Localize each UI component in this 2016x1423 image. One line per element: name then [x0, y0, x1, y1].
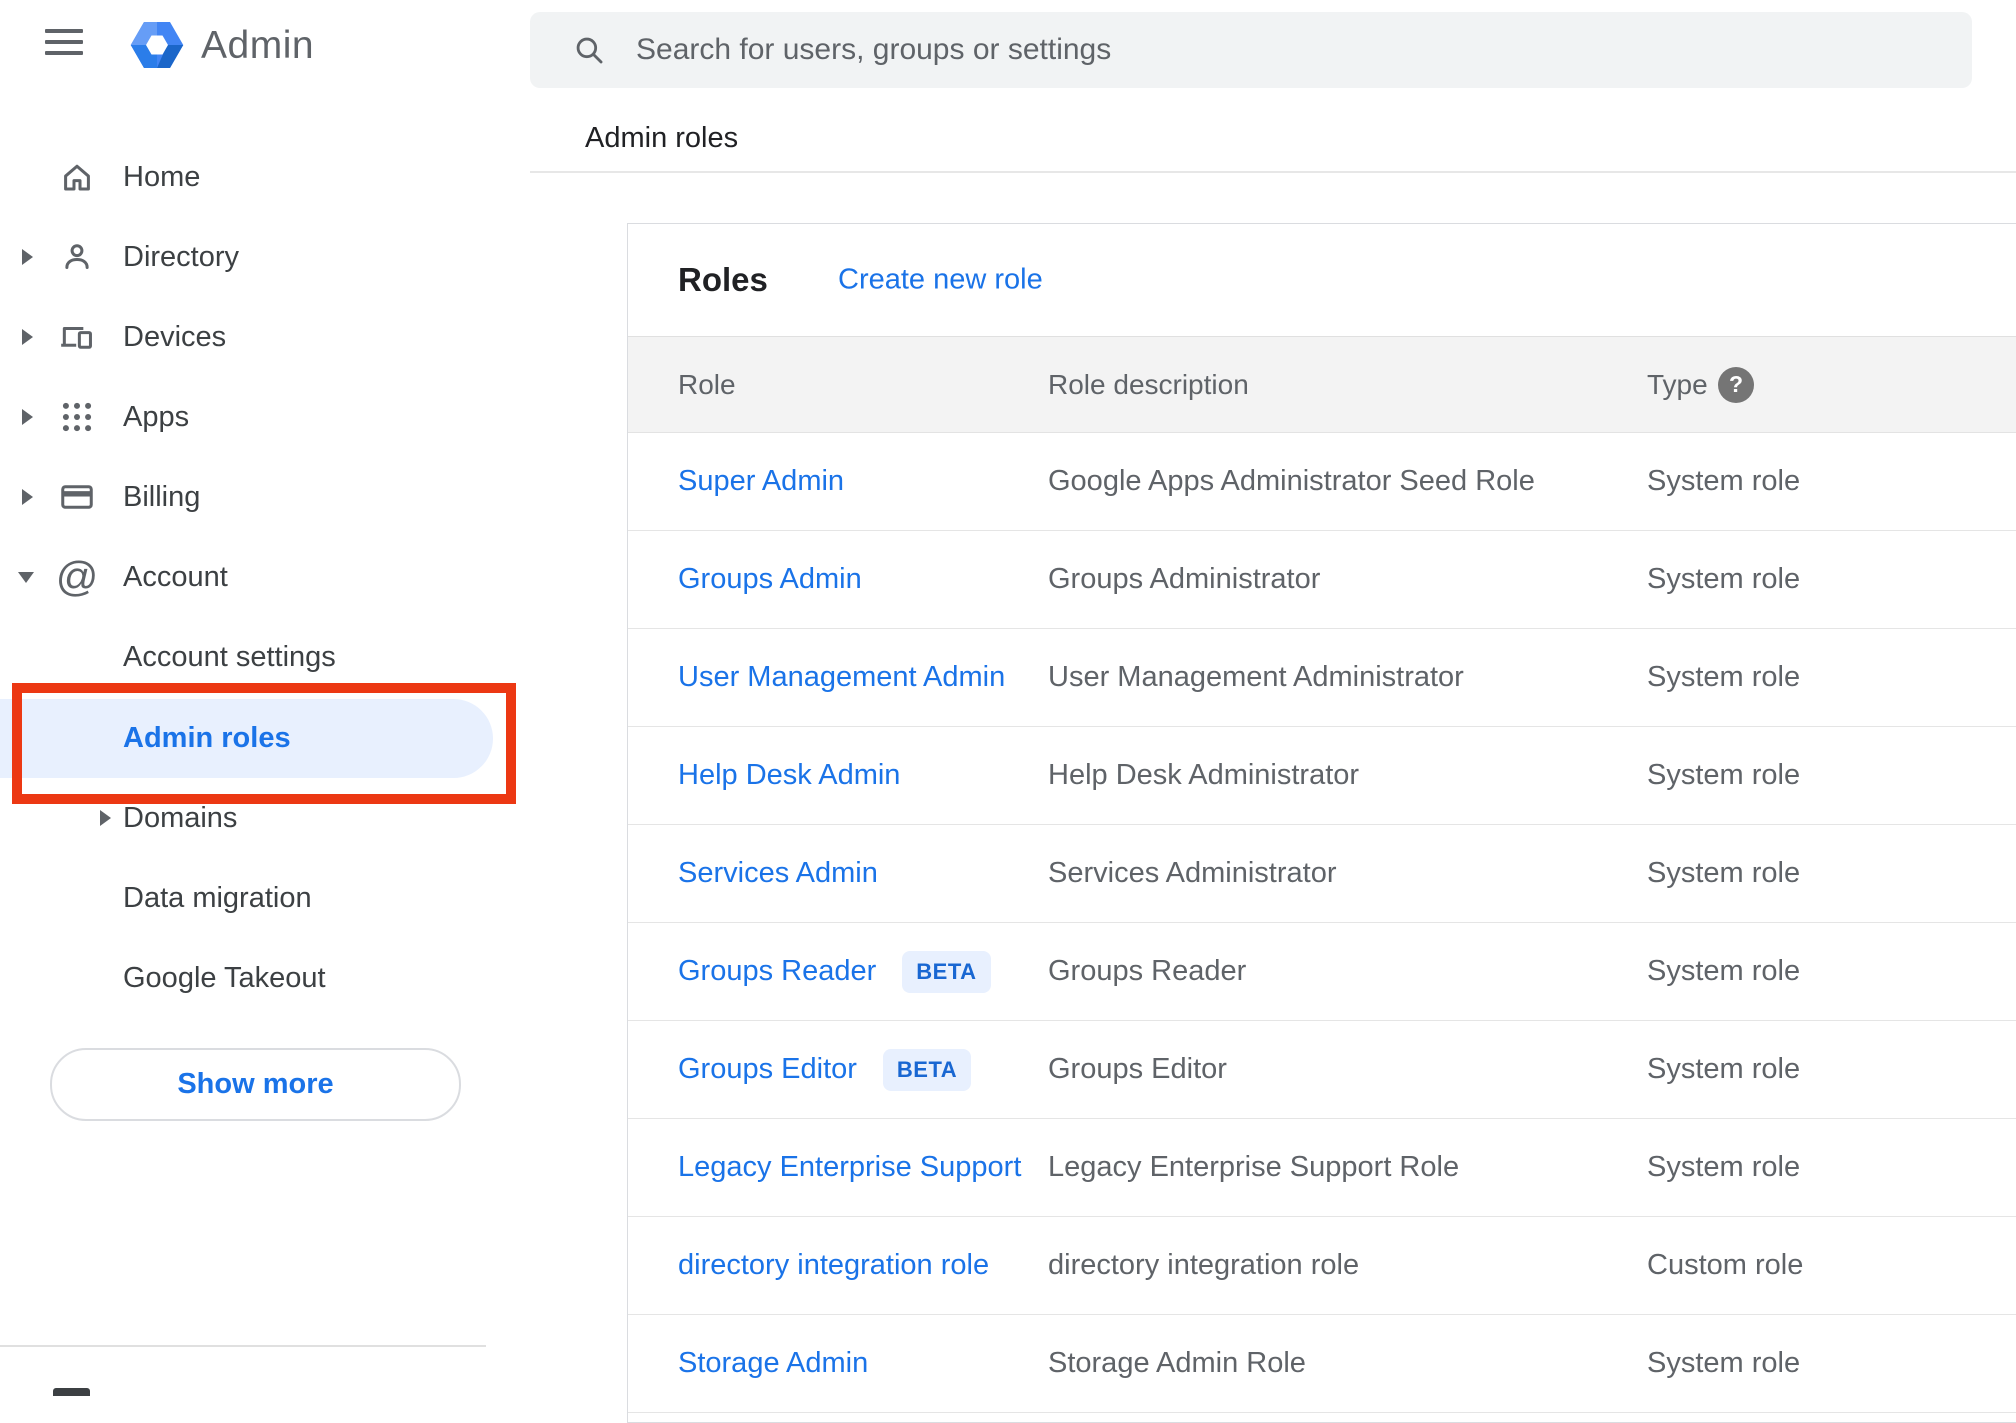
search-input[interactable]: [634, 32, 1838, 68]
sidebar-item-data-migration[interactable]: Data migration: [0, 858, 528, 938]
show-more-button[interactable]: Show more: [50, 1048, 461, 1121]
sidebar-item-google-takeout[interactable]: Google Takeout: [0, 938, 528, 1018]
role-type: System role: [1647, 1347, 1801, 1379]
role-type: Custom role: [1647, 1249, 1804, 1281]
table-header-row: Role Role description Type ?: [628, 336, 2016, 433]
sidebar-item-directory[interactable]: Directory: [0, 217, 528, 297]
at-sign-icon: @: [55, 553, 99, 600]
role-type: System role: [1647, 955, 1801, 987]
expand-arrow-icon[interactable]: [22, 409, 33, 425]
role-description: Storage Admin Role: [1048, 1347, 1306, 1379]
expand-arrow-icon[interactable]: [22, 329, 33, 345]
sidebar-item-apps[interactable]: Apps: [0, 377, 528, 457]
google-admin-logo-icon: [130, 22, 184, 68]
role-type: System role: [1647, 661, 1801, 693]
sidebar-divider: [0, 1345, 486, 1347]
table-row: User Management Admin User Management Ad…: [628, 629, 2016, 727]
role-link[interactable]: Groups Reader: [678, 955, 876, 988]
column-header-role: Role: [678, 368, 736, 400]
role-type: System role: [1647, 1151, 1801, 1183]
role-link[interactable]: Groups Admin: [678, 563, 862, 596]
table-row: Services Admin Services Administrator Sy…: [628, 825, 2016, 923]
table-row: Groups Admin Groups Administrator System…: [628, 531, 2016, 629]
role-description: Groups Editor: [1048, 1053, 1227, 1085]
devices-icon: [57, 317, 97, 357]
column-header-role-description: Role description: [1048, 368, 1249, 400]
sidebar-item-devices[interactable]: Devices: [0, 297, 528, 377]
sidebar-item-account-settings[interactable]: Account settings: [0, 617, 528, 697]
roles-card: Roles Create new role Role Role descript…: [627, 223, 2016, 1423]
role-description: Legacy Enterprise Support Role: [1048, 1151, 1460, 1183]
role-description: Services Administrator: [1048, 857, 1337, 889]
role-description: Groups Administrator: [1048, 563, 1321, 595]
role-type: System role: [1647, 759, 1801, 791]
role-link[interactable]: Super Admin: [678, 465, 844, 498]
search-bar[interactable]: [530, 12, 1972, 88]
table-row: directory integration role directory int…: [628, 1217, 2016, 1315]
expand-arrow-icon[interactable]: [22, 489, 33, 505]
column-header-type: Type: [1647, 368, 1708, 400]
role-description: Help Desk Administrator: [1048, 759, 1360, 791]
role-description: User Management Administrator: [1048, 661, 1464, 693]
app-title: Admin: [201, 24, 315, 67]
role-link[interactable]: Services Admin: [678, 857, 878, 890]
person-icon: [57, 237, 97, 277]
beta-badge: BETA: [882, 1048, 972, 1091]
search-icon: [576, 37, 603, 64]
beta-badge: BETA: [902, 950, 991, 993]
hamburger-menu-icon[interactable]: [45, 29, 83, 57]
role-link[interactable]: Groups Editor: [678, 1053, 857, 1086]
sidebar-item-billing[interactable]: Billing: [0, 457, 528, 537]
role-type: System role: [1647, 1053, 1801, 1085]
table-row: Super Admin Google Apps Administrator Se…: [628, 433, 2016, 531]
credit-card-icon: [57, 477, 97, 517]
sidebar-item-domains[interactable]: Domains: [0, 778, 528, 858]
sidebar-item-account[interactable]: @ Account: [0, 537, 528, 617]
help-icon[interactable]: ?: [1718, 366, 1754, 403]
role-link[interactable]: User Management Admin: [678, 661, 1005, 694]
expand-arrow-icon[interactable]: [22, 249, 33, 265]
roles-card-header: Roles Create new role: [628, 224, 2016, 336]
role-description: Google Apps Administrator Seed Role: [1048, 465, 1535, 497]
role-link[interactable]: directory integration role: [678, 1249, 989, 1282]
role-description: Groups Reader: [1048, 955, 1247, 987]
expand-arrow-icon[interactable]: [100, 810, 111, 826]
role-description: directory integration role: [1048, 1249, 1360, 1281]
content-divider: [530, 171, 2016, 173]
card-title: Roles: [678, 261, 768, 298]
role-link[interactable]: Storage Admin: [678, 1347, 868, 1380]
create-new-role-link[interactable]: Create new role: [838, 264, 1043, 297]
role-link[interactable]: Help Desk Admin: [678, 759, 900, 792]
table-row: Groups Reader BETA Groups Reader System …: [628, 923, 2016, 1021]
role-link[interactable]: Legacy Enterprise Support: [678, 1151, 1021, 1184]
sidebar-item-home[interactable]: Home: [0, 137, 528, 217]
table-row: Storage Admin Storage Admin Role System …: [628, 1315, 2016, 1413]
breadcrumb: Admin roles: [585, 122, 739, 154]
table-row: Groups Editor BETA Groups Editor System …: [628, 1021, 2016, 1119]
table-row: Help Desk Admin Help Desk Administrator …: [628, 727, 2016, 825]
role-type: System role: [1647, 465, 1801, 497]
partial-bottom-icon: [53, 1388, 90, 1396]
role-type: System role: [1647, 563, 1801, 595]
table-row: Legacy Enterprise Support Legacy Enterpr…: [628, 1119, 2016, 1217]
collapse-arrow-icon[interactable]: [18, 571, 34, 583]
apps-grid-icon: [57, 397, 97, 437]
home-icon: [57, 157, 97, 197]
role-type: System role: [1647, 857, 1801, 889]
sidebar-item-admin-roles[interactable]: Admin roles: [0, 699, 493, 778]
